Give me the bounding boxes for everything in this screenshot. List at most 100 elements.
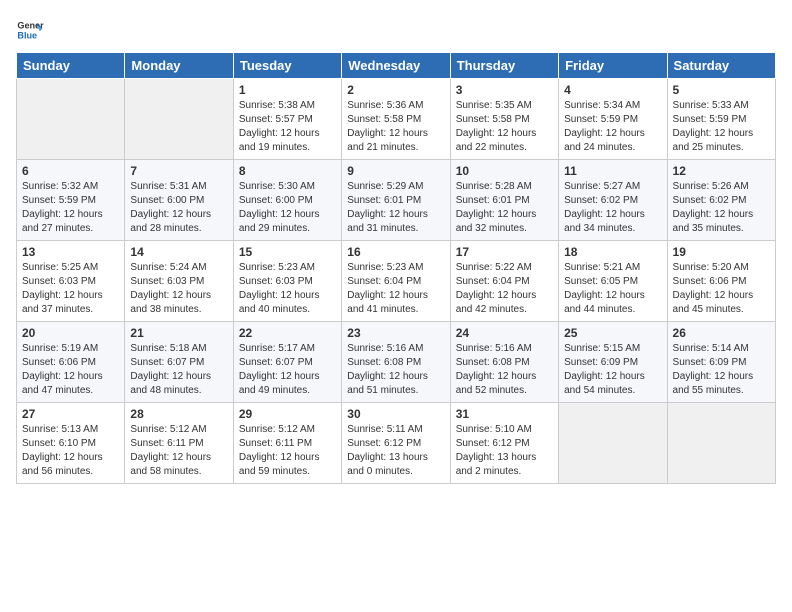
day-number: 27 — [22, 407, 119, 421]
calendar-week-row: 6 Sunrise: 5:32 AM Sunset: 5:59 PM Daylig… — [17, 160, 776, 241]
calendar-cell: 31Sunrise: 5:10 AM Sunset: 6:12 PM Dayli… — [450, 403, 558, 484]
header-sunday: Sunday — [17, 53, 125, 79]
page-header: General Blue — [16, 16, 776, 44]
day-number: 28 — [130, 407, 227, 421]
day-number: 13 — [22, 245, 119, 259]
calendar-table: SundayMondayTuesdayWednesdayThursdayFrid… — [16, 52, 776, 484]
calendar-week-row: 27 Sunrise: 5:13 AM Sunset: 6:10 PM Dayli… — [17, 403, 776, 484]
calendar-cell: 1 Sunrise: 5:38 AM Sunset: 5:57 PM Daylig… — [233, 79, 341, 160]
day-content: Sunrise: 5:30 AM Sunset: 6:00 PM Dayligh… — [239, 180, 336, 236]
day-number: 17 — [456, 245, 553, 259]
calendar-cell — [125, 79, 233, 160]
day-content: Sunrise: 5:11 AM Sunset: 6:12 PM Dayligh… — [347, 423, 444, 479]
day-number: 25 — [564, 326, 661, 340]
day-number: 1 — [239, 83, 336, 97]
day-content: Sunrise: 5:23 AM Sunset: 6:04 PM Dayligh… — [347, 261, 444, 317]
calendar-cell: 28 Sunrise: 5:12 AM Sunset: 6:11 PM Dayli… — [125, 403, 233, 484]
calendar-cell: 18 Sunrise: 5:21 AM Sunset: 6:05 PM Dayli… — [559, 241, 667, 322]
calendar-cell: 11Sunrise: 5:27 AM Sunset: 6:02 PM Dayli… — [559, 160, 667, 241]
day-number: 20 — [22, 326, 119, 340]
calendar-cell — [17, 79, 125, 160]
day-content: Sunrise: 5:20 AM Sunset: 6:06 PM Dayligh… — [673, 261, 770, 317]
day-content: Sunrise: 5:23 AM Sunset: 6:03 PM Dayligh… — [239, 261, 336, 317]
day-number: 14 — [130, 245, 227, 259]
calendar-cell — [667, 403, 775, 484]
day-number: 21 — [130, 326, 227, 340]
day-content: Sunrise: 5:31 AM Sunset: 6:00 PM Dayligh… — [130, 180, 227, 236]
svg-text:Blue: Blue — [17, 30, 37, 40]
day-content: Sunrise: 5:17 AM Sunset: 6:07 PM Dayligh… — [239, 342, 336, 398]
day-content: Sunrise: 5:16 AM Sunset: 6:08 PM Dayligh… — [456, 342, 553, 398]
calendar-cell: 23 Sunrise: 5:16 AM Sunset: 6:08 PM Dayli… — [342, 322, 450, 403]
day-number: 23 — [347, 326, 444, 340]
day-content: Sunrise: 5:13 AM Sunset: 6:10 PM Dayligh… — [22, 423, 119, 479]
day-content: Sunrise: 5:25 AM Sunset: 6:03 PM Dayligh… — [22, 261, 119, 317]
calendar-cell: 9Sunrise: 5:29 AM Sunset: 6:01 PM Daylig… — [342, 160, 450, 241]
day-number: 26 — [673, 326, 770, 340]
day-content: Sunrise: 5:14 AM Sunset: 6:09 PM Dayligh… — [673, 342, 770, 398]
day-content: Sunrise: 5:24 AM Sunset: 6:03 PM Dayligh… — [130, 261, 227, 317]
calendar-cell: 8Sunrise: 5:30 AM Sunset: 6:00 PM Daylig… — [233, 160, 341, 241]
calendar-week-row: 20 Sunrise: 5:19 AM Sunset: 6:06 PM Dayli… — [17, 322, 776, 403]
calendar-cell: 2 Sunrise: 5:36 AM Sunset: 5:58 PM Daylig… — [342, 79, 450, 160]
logo-icon: General Blue — [16, 16, 44, 44]
calendar-cell: 15 Sunrise: 5:23 AM Sunset: 6:03 PM Dayli… — [233, 241, 341, 322]
day-content: Sunrise: 5:26 AM Sunset: 6:02 PM Dayligh… — [673, 180, 770, 236]
calendar-cell: 14 Sunrise: 5:24 AM Sunset: 6:03 PM Dayli… — [125, 241, 233, 322]
day-number: 31 — [456, 407, 553, 421]
header-saturday: Saturday — [667, 53, 775, 79]
day-content: Sunrise: 5:21 AM Sunset: 6:05 PM Dayligh… — [564, 261, 661, 317]
day-content: Sunrise: 5:22 AM Sunset: 6:04 PM Dayligh… — [456, 261, 553, 317]
calendar-cell: 30 Sunrise: 5:11 AM Sunset: 6:12 PM Dayli… — [342, 403, 450, 484]
calendar-week-row: 1 Sunrise: 5:38 AM Sunset: 5:57 PM Daylig… — [17, 79, 776, 160]
header-thursday: Thursday — [450, 53, 558, 79]
day-number: 4 — [564, 83, 661, 97]
day-content: Sunrise: 5:38 AM Sunset: 5:57 PM Dayligh… — [239, 99, 336, 155]
day-content: Sunrise: 5:33 AM Sunset: 5:59 PM Dayligh… — [673, 99, 770, 155]
day-content: Sunrise: 5:28 AM Sunset: 6:01 PM Dayligh… — [456, 180, 553, 236]
calendar-cell: 21 Sunrise: 5:18 AM Sunset: 6:07 PM Dayli… — [125, 322, 233, 403]
day-number: 22 — [239, 326, 336, 340]
calendar-cell: 16 Sunrise: 5:23 AM Sunset: 6:04 PM Dayli… — [342, 241, 450, 322]
day-content: Sunrise: 5:16 AM Sunset: 6:08 PM Dayligh… — [347, 342, 444, 398]
day-number: 29 — [239, 407, 336, 421]
day-number: 2 — [347, 83, 444, 97]
calendar-cell: 10 Sunrise: 5:28 AM Sunset: 6:01 PM Dayli… — [450, 160, 558, 241]
calendar-cell: 27 Sunrise: 5:13 AM Sunset: 6:10 PM Dayli… — [17, 403, 125, 484]
day-number: 19 — [673, 245, 770, 259]
day-content: Sunrise: 5:27 AM Sunset: 6:02 PM Dayligh… — [564, 180, 661, 236]
day-number: 15 — [239, 245, 336, 259]
day-number: 30 — [347, 407, 444, 421]
day-content: Sunrise: 5:36 AM Sunset: 5:58 PM Dayligh… — [347, 99, 444, 155]
header-tuesday: Tuesday — [233, 53, 341, 79]
day-content: Sunrise: 5:19 AM Sunset: 6:06 PM Dayligh… — [22, 342, 119, 398]
day-content: Sunrise: 5:32 AM Sunset: 5:59 PM Dayligh… — [22, 180, 119, 236]
calendar-cell: 20 Sunrise: 5:19 AM Sunset: 6:06 PM Dayli… — [17, 322, 125, 403]
day-number: 7 — [130, 164, 227, 178]
day-content: Sunrise: 5:18 AM Sunset: 6:07 PM Dayligh… — [130, 342, 227, 398]
calendar-cell: 6 Sunrise: 5:32 AM Sunset: 5:59 PM Daylig… — [17, 160, 125, 241]
logo: General Blue — [16, 16, 48, 44]
day-number: 10 — [456, 164, 553, 178]
day-content: Sunrise: 5:12 AM Sunset: 6:11 PM Dayligh… — [130, 423, 227, 479]
day-content: Sunrise: 5:35 AM Sunset: 5:58 PM Dayligh… — [456, 99, 553, 155]
day-number: 6 — [22, 164, 119, 178]
day-number: 18 — [564, 245, 661, 259]
calendar-week-row: 13 Sunrise: 5:25 AM Sunset: 6:03 PM Dayli… — [17, 241, 776, 322]
calendar-cell: 29Sunrise: 5:12 AM Sunset: 6:11 PM Dayli… — [233, 403, 341, 484]
day-number: 16 — [347, 245, 444, 259]
calendar-cell: 13 Sunrise: 5:25 AM Sunset: 6:03 PM Dayli… — [17, 241, 125, 322]
calendar-cell: 25Sunrise: 5:15 AM Sunset: 6:09 PM Dayli… — [559, 322, 667, 403]
calendar-cell: 7 Sunrise: 5:31 AM Sunset: 6:00 PM Daylig… — [125, 160, 233, 241]
header-wednesday: Wednesday — [342, 53, 450, 79]
day-content: Sunrise: 5:29 AM Sunset: 6:01 PM Dayligh… — [347, 180, 444, 236]
calendar-cell: 5Sunrise: 5:33 AM Sunset: 5:59 PM Daylig… — [667, 79, 775, 160]
day-content: Sunrise: 5:34 AM Sunset: 5:59 PM Dayligh… — [564, 99, 661, 155]
day-number: 3 — [456, 83, 553, 97]
calendar-cell: 22 Sunrise: 5:17 AM Sunset: 6:07 PM Dayli… — [233, 322, 341, 403]
calendar-header-row: SundayMondayTuesdayWednesdayThursdayFrid… — [17, 53, 776, 79]
day-number: 12 — [673, 164, 770, 178]
calendar-cell: 19 Sunrise: 5:20 AM Sunset: 6:06 PM Dayli… — [667, 241, 775, 322]
calendar-cell: 24Sunrise: 5:16 AM Sunset: 6:08 PM Dayli… — [450, 322, 558, 403]
header-monday: Monday — [125, 53, 233, 79]
